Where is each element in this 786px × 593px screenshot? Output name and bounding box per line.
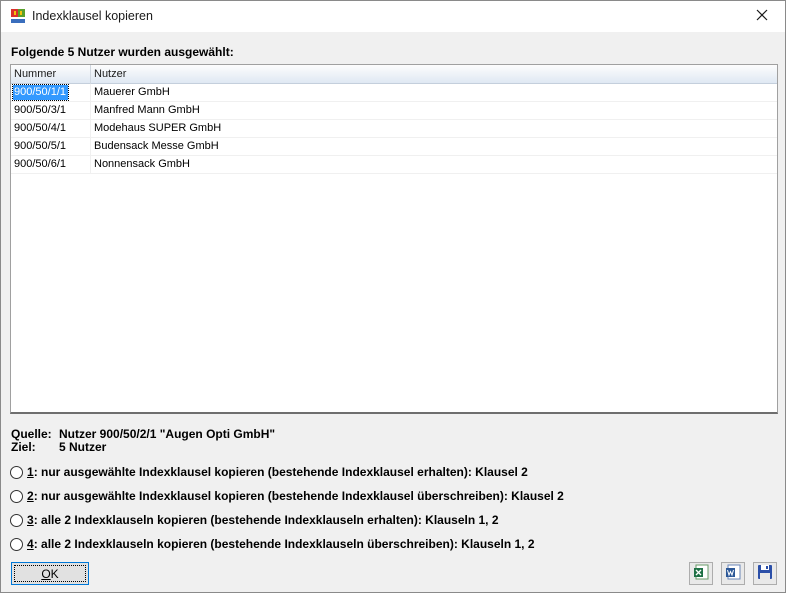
list-header: Nummer Nutzer <box>11 65 777 84</box>
column-header-nummer[interactable]: Nummer <box>11 65 91 84</box>
close-button[interactable] <box>739 1 785 32</box>
dialog-window: Indexklausel kopieren Folgende 5 Nutzer … <box>0 0 786 593</box>
excel-export-icon <box>693 564 709 583</box>
option-2[interactable]: 2: nur ausgewählte Indexklausel kopieren… <box>10 488 564 504</box>
app-logo-icon <box>10 8 26 24</box>
excel-export-button[interactable] <box>689 562 713 585</box>
option-1[interactable]: 1: nur ausgewählte Indexklausel kopieren… <box>10 464 528 480</box>
table-row[interactable]: 900/50/6/1 Nonnensack GmbH <box>11 156 777 174</box>
cell-nutzer: Manfred Mann GmbH <box>94 104 200 116</box>
option-4-key: 4 <box>27 537 34 551</box>
option-1-key: 1 <box>27 465 34 479</box>
option-2-key: 2 <box>27 489 34 503</box>
cell-nutzer: Mauerer GmbH <box>94 86 170 98</box>
save-icon <box>757 564 773 583</box>
option-4[interactable]: 4: alle 2 Indexklauseln kopieren (besteh… <box>10 536 535 552</box>
option-1-radio[interactable] <box>10 465 23 479</box>
selection-heading: Folgende 5 Nutzer wurden ausgewählt: <box>11 45 234 59</box>
option-4-radio[interactable] <box>10 537 23 551</box>
source-info: Quelle: Nutzer 900/50/2/1 "Augen Opti Gmb… <box>11 427 275 441</box>
table-row[interactable]: 900/50/3/1 Manfred Mann GmbH <box>11 102 777 120</box>
ok-button[interactable]: OK <box>11 562 89 585</box>
ok-key: O <box>41 566 51 581</box>
cell-nummer: 900/50/3/1 <box>11 102 91 119</box>
table-row[interactable]: 900/50/1/1 Mauerer GmbH <box>11 84 777 102</box>
option-3-radio[interactable] <box>10 513 23 527</box>
option-3-key: 3 <box>27 513 34 527</box>
source-value: Nutzer 900/50/2/1 "Augen Opti GmbH" <box>59 427 276 441</box>
save-button[interactable] <box>753 562 777 585</box>
option-1-label: : nur ausgewählte Indexklausel kopieren … <box>33 465 528 479</box>
cell-nutzer: Budensack Messe GmbH <box>94 140 219 152</box>
cell-nummer: 900/50/4/1 <box>11 120 91 137</box>
cell-nummer: 900/50/5/1 <box>11 138 91 155</box>
column-header-nutzer[interactable]: Nutzer <box>91 65 777 84</box>
target-label: Ziel: <box>11 440 36 454</box>
source-label: Quelle: <box>11 427 52 441</box>
table-row[interactable]: 900/50/5/1 Budensack Messe GmbH <box>11 138 777 156</box>
close-icon <box>756 9 768 24</box>
word-export-icon <box>725 564 741 583</box>
target-info: Ziel: 5 Nutzer <box>11 440 106 454</box>
cell-nummer: 900/50/6/1 <box>11 156 91 173</box>
target-value: 5 Nutzer <box>59 440 107 454</box>
ok-label: K <box>50 566 59 581</box>
option-2-radio[interactable] <box>10 489 23 503</box>
cell-nutzer: Modehaus SUPER GmbH <box>94 122 222 134</box>
table-row[interactable]: 900/50/4/1 Modehaus SUPER GmbH <box>11 120 777 138</box>
option-2-label: : nur ausgewählte Indexklausel kopieren … <box>33 489 564 503</box>
cell-nutzer: Nonnensack GmbH <box>94 158 190 170</box>
option-4-label: : alle 2 Indexklauseln kopieren (bestehe… <box>33 537 535 551</box>
cell-nummer: 900/50/1/1 <box>11 84 91 101</box>
window-title: Indexklausel kopieren <box>32 9 153 23</box>
option-3-label: : alle 2 Indexklauseln kopieren (bestehe… <box>33 513 499 527</box>
word-export-button[interactable] <box>721 562 745 585</box>
user-list[interactable]: Nummer Nutzer 900/50/1/1 Mauerer GmbH 90… <box>10 64 778 414</box>
option-3[interactable]: 3: alle 2 Indexklauseln kopieren (besteh… <box>10 512 499 528</box>
title-bar: Indexklausel kopieren <box>1 1 785 32</box>
